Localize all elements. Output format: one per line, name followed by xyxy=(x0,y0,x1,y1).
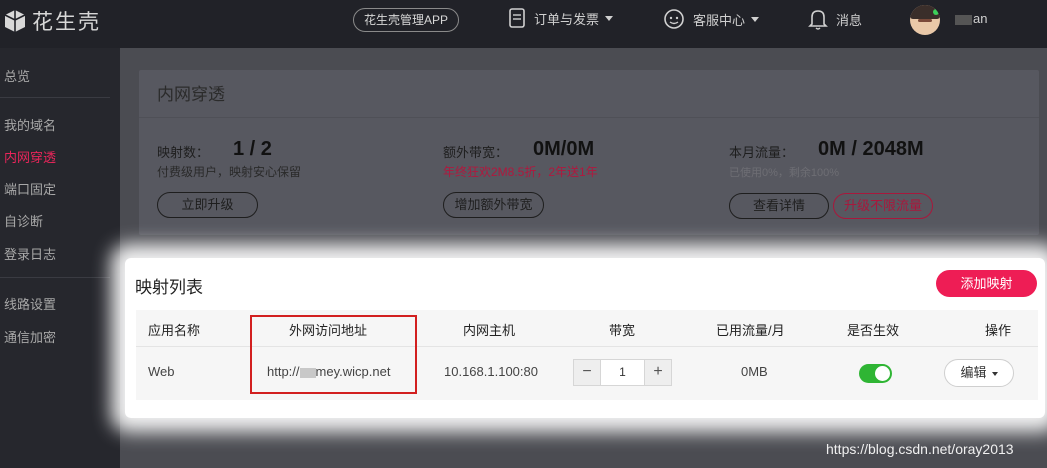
used-traffic-cell: 0MB xyxy=(741,364,768,379)
chevron-down-icon xyxy=(751,16,760,22)
sidebar-item-overview[interactable]: 总览 xyxy=(4,66,30,85)
nav-support-label: 客服中心 xyxy=(693,12,746,28)
column-header: 带宽 xyxy=(609,323,636,338)
manager-app-button[interactable]: 花生壳管理APP xyxy=(353,8,459,32)
add-bandwidth-button[interactable]: 增加额外带宽 xyxy=(443,192,544,218)
logo-text: 花生壳 xyxy=(32,11,101,34)
decrement-button[interactable]: − xyxy=(574,360,600,385)
bandwidth-stepper: − 1 + xyxy=(573,359,672,386)
highlight-annotation xyxy=(250,315,417,394)
bandwidth-value: 0M/0M xyxy=(533,138,595,160)
sidebar-divider xyxy=(0,277,110,278)
avatar[interactable] xyxy=(910,5,940,35)
host-cell: 10.168.1.100:80 xyxy=(444,364,538,379)
sidebar-item-encryption[interactable]: 通信加密 xyxy=(4,327,56,346)
chevron-down-icon xyxy=(605,15,614,21)
column-header: 应用名称 xyxy=(148,323,201,338)
nav-orders-label: 订单与发票 xyxy=(534,11,600,27)
bandwidth-label: 额外带宽： xyxy=(443,145,509,160)
online-status-dot xyxy=(933,9,939,15)
divider xyxy=(139,117,1039,118)
page-title: 内网穿透 xyxy=(157,85,225,104)
increment-button[interactable]: + xyxy=(645,360,671,385)
top-bar: 花生壳 花生壳管理APP 订单与发票 客服中心 消息 an xyxy=(0,0,1047,48)
mappings-value: 1 / 2 xyxy=(233,138,272,160)
toggle-knob xyxy=(875,366,890,381)
logo[interactable]: 花生壳 xyxy=(4,6,101,36)
bell-icon xyxy=(808,10,828,30)
nav-support[interactable]: 客服中心 xyxy=(663,8,760,30)
sidebar-divider xyxy=(0,97,110,98)
mappings-note: 付费级用户，映射安心保留 xyxy=(157,165,302,179)
upgrade-unlimited-traffic-button[interactable]: 升级不限流量 xyxy=(833,193,933,219)
chevron-down-icon xyxy=(991,371,998,376)
edit-button[interactable]: 编辑 xyxy=(944,359,1014,387)
add-mapping-button[interactable]: 添加映射 xyxy=(936,270,1037,297)
upgrade-button[interactable]: 立即升级 xyxy=(157,192,258,218)
nav-messages[interactable]: 消息 xyxy=(808,8,862,30)
column-header: 已用流量/月 xyxy=(716,323,785,338)
sidebar-item-diagnose[interactable]: 自诊断 xyxy=(4,211,43,230)
bandwidth-value-field[interactable]: 1 xyxy=(600,360,645,385)
redacted-text xyxy=(955,14,972,25)
view-details-button[interactable]: 查看详情 xyxy=(729,193,829,219)
headset-icon xyxy=(664,9,684,29)
sidebar-item-login-log[interactable]: 登录日志 xyxy=(4,244,56,263)
column-header: 是否生效 xyxy=(847,323,900,338)
sidebar-item-line[interactable]: 线路设置 xyxy=(4,294,56,313)
sidebar-item-domains[interactable]: 我的域名 xyxy=(4,115,56,134)
mapping-list-title: 映射列表 xyxy=(135,278,203,297)
mappings-label: 映射数： xyxy=(157,145,210,160)
traffic-value: 0M / 2048M xyxy=(818,138,924,160)
column-header: 操作 xyxy=(985,323,1012,338)
column-header: 内网主机 xyxy=(463,323,516,338)
bandwidth-promo[interactable]: 年终狂欢2M8.5折，2年送1年 xyxy=(443,163,598,180)
enabled-toggle[interactable] xyxy=(859,364,892,383)
peanut-logo-icon xyxy=(4,10,26,32)
sidebar-item-port[interactable]: 端口固定 xyxy=(4,179,56,198)
edit-button-label: 编辑 xyxy=(960,365,987,380)
sidebar-item-tunnel[interactable]: 内网穿透 xyxy=(4,147,56,166)
app-name-cell: Web xyxy=(148,364,175,379)
nav-orders[interactable]: 订单与发票 xyxy=(508,8,614,28)
watermark: https://blog.csdn.net/oray2013 xyxy=(826,441,1014,457)
username[interactable]: an xyxy=(955,11,987,26)
traffic-label: 本月流量： xyxy=(729,145,795,160)
nav-messages-label: 消息 xyxy=(836,12,863,28)
traffic-usage-note: 已使用0%，剩余100% xyxy=(729,167,840,179)
document-icon xyxy=(509,8,525,28)
